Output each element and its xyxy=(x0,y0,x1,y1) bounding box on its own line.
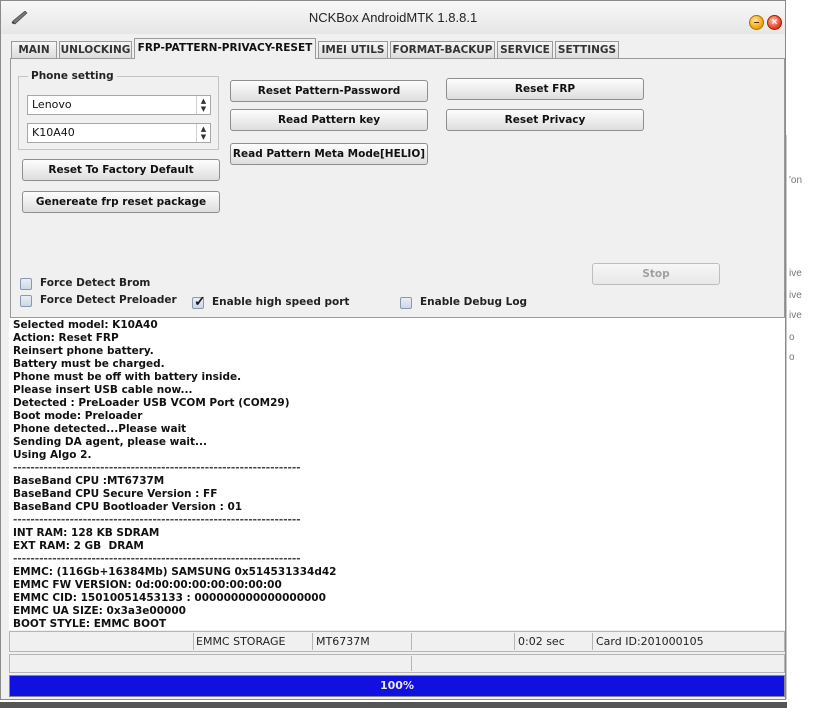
background-text: o xyxy=(789,332,795,343)
close-button[interactable]: × xyxy=(767,15,782,30)
read-pattern-meta-mode-button[interactable]: Read Pattern Meta Mode[HELIO] xyxy=(230,143,428,165)
debug-log-checkbox[interactable] xyxy=(400,297,412,309)
tab-unlocking[interactable]: UNLOCKING xyxy=(59,41,132,58)
log-separator: ----------------------------------------… xyxy=(13,514,301,526)
status-divider xyxy=(514,633,515,650)
spin-arrows-icon[interactable]: ▲ ▼ xyxy=(196,124,210,142)
log-separator: ----------------------------------------… xyxy=(13,553,301,565)
background-taskbar-edge xyxy=(0,702,787,708)
stop-button[interactable]: Stop xyxy=(592,263,720,285)
status-storage: EMMC STORAGE xyxy=(196,635,286,648)
log-line: EXT RAM: 2 GB DRAM xyxy=(13,540,144,552)
status-divider xyxy=(411,633,412,650)
status-divider xyxy=(193,633,194,650)
title-bar[interactable]: NCKBox AndroidMTK 1.8.8.1 – × xyxy=(1,1,785,34)
log-line: Action: Reset FRP xyxy=(13,332,119,344)
log-line: Using Algo 2. xyxy=(13,449,92,461)
log-line: EMMC FW VERSION: 0d:00:00:00:00:00:00:00 xyxy=(13,579,282,591)
tab-format-backup[interactable]: FORMAT-BACKUP xyxy=(390,41,495,58)
background-window: 'on ive ive ive o o xyxy=(786,135,813,713)
background-text: ive xyxy=(789,268,802,279)
reset-frp-button[interactable]: Reset FRP xyxy=(446,78,644,100)
status-divider xyxy=(312,633,313,650)
force-detect-preloader-checkbox[interactable] xyxy=(20,295,32,307)
minimize-button[interactable]: – xyxy=(749,15,764,30)
force-detect-brom-label: Force Detect Brom xyxy=(40,277,151,289)
generate-frp-package-button[interactable]: Genereate frp reset package xyxy=(22,191,220,213)
status-divider xyxy=(411,656,412,671)
log-line: Selected model: K10A40 xyxy=(13,319,158,331)
tab-service[interactable]: SERVICE xyxy=(497,41,553,58)
force-detect-brom-checkbox[interactable] xyxy=(20,278,32,290)
log-line: EMMC: (116Gb+16384Mb) SAMSUNG 0x51453133… xyxy=(13,566,337,578)
close-icon: × xyxy=(771,17,778,28)
progress-label: 100% xyxy=(380,679,414,692)
background-text: 'on xyxy=(789,175,803,186)
tab-imei-utils[interactable]: IMEI UTILS xyxy=(318,41,388,58)
high-speed-port-label: Enable high speed port xyxy=(212,296,350,308)
log-line: Detected : PreLoader USB VCOM Port (COM2… xyxy=(13,397,290,409)
log-line: BOOT STYLE: EMMC BOOT xyxy=(13,618,167,630)
log-line: EMMC UA SIZE: 0x3a3e00000 xyxy=(13,605,186,617)
tab-main[interactable]: MAIN xyxy=(11,41,57,58)
brand-value: Lenovo xyxy=(32,98,72,111)
background-text: ive xyxy=(789,310,802,321)
log-line: INT RAM: 128 KB SDRAM xyxy=(13,527,160,539)
force-detect-preloader-label: Force Detect Preloader xyxy=(40,294,177,306)
log-line: Boot mode: Preloader xyxy=(13,410,143,422)
window-title: NCKBox AndroidMTK 1.8.8.1 xyxy=(308,10,478,25)
log-line: Phone detected...Please wait xyxy=(13,423,187,435)
model-select[interactable]: K10A40 ▲ ▼ xyxy=(27,123,211,143)
status-time: 0:02 sec xyxy=(518,635,565,648)
status-bar: EMMC STORAGE MT6737M 0:02 sec Card ID:20… xyxy=(9,631,785,652)
model-value: K10A40 xyxy=(32,126,75,139)
background-text: o xyxy=(789,352,795,363)
checkmark-icon: ✓ xyxy=(194,293,206,309)
tab-settings[interactable]: SETTINGS xyxy=(555,41,619,58)
status-card-id: Card ID:201000105 xyxy=(596,635,704,648)
minimize-icon: – xyxy=(753,17,760,28)
spin-arrows-icon[interactable]: ▲ ▼ xyxy=(196,96,210,114)
log-line: EMMC CID: 15010051453133 : 0000000000000… xyxy=(13,592,326,604)
status-cpu: MT6737M xyxy=(316,635,370,648)
log-line: Reinsert phone battery. xyxy=(13,345,154,357)
log-separator: ----------------------------------------… xyxy=(13,462,301,474)
high-speed-port-checkbox[interactable]: ✓ xyxy=(192,293,206,309)
read-pattern-key-button[interactable]: Read Pattern key xyxy=(230,109,428,131)
debug-log-label: Enable Debug Log xyxy=(420,296,528,308)
log-line: Sending DA agent, please wait... xyxy=(13,436,207,448)
log-output[interactable]: Selected model: K10A40 Action: Reset FRP… xyxy=(9,318,785,630)
background-text: ive xyxy=(789,290,802,301)
log-line: Please insert USB cable now... xyxy=(13,384,193,396)
reset-privacy-button[interactable]: Reset Privacy xyxy=(446,109,644,131)
log-line: Battery must be charged. xyxy=(13,358,165,370)
reset-pattern-password-button[interactable]: Reset Pattern-Password xyxy=(230,80,428,102)
phone-setting-title: Phone setting xyxy=(28,70,117,82)
secondary-status-bar xyxy=(9,654,785,673)
log-line: Phone must be off with battery inside. xyxy=(13,371,242,383)
status-divider xyxy=(592,633,593,650)
log-line: BaseBand CPU :MT6737M xyxy=(13,475,165,487)
log-line: BaseBand CPU Secure Version : FF xyxy=(13,488,218,500)
tab-frp-pattern-privacy-reset[interactable]: FRP-PATTERN-PRIVACY-RESET xyxy=(134,38,316,59)
log-line: BaseBand CPU Bootloader Version : 01 xyxy=(13,501,243,513)
reset-factory-default-button[interactable]: Reset To Factory Default xyxy=(22,159,220,181)
progress-bar: 100% xyxy=(9,675,785,697)
brand-select[interactable]: Lenovo ▲ ▼ xyxy=(27,95,211,115)
